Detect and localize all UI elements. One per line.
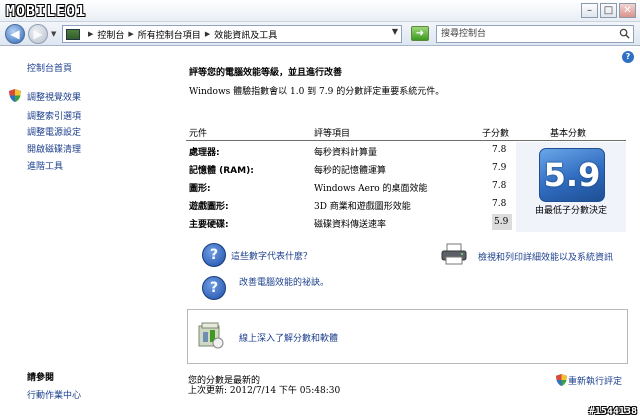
row-component: 遊戲圖形: bbox=[189, 202, 229, 212]
last-updated: 上次更新: 2012/7/14 下午 05:48:30 bbox=[188, 386, 341, 396]
address-toolbar: ◀ ▶ ▼ ▶ 控制台 ▶ 所有控制台項目 ▶ 效能資訊及工具 ▼ ➜ 搜尋控制… bbox=[0, 22, 640, 46]
row-rated: 磁碟資料傳送速率 bbox=[314, 220, 387, 230]
base-score-badge: 5.9 bbox=[539, 148, 605, 202]
base-score-note: 由最低子分數決定 bbox=[534, 206, 607, 216]
search-icon[interactable] bbox=[619, 28, 630, 39]
rerun-assessment-link[interactable]: 重新執行評定 bbox=[568, 374, 622, 387]
page-description: Windows 體驗指數會以 1.0 到 7.9 的分數評定重要系統元件。 bbox=[189, 87, 445, 97]
watermark-logo: MOBILE01 bbox=[6, 2, 87, 20]
learn-more-link[interactable]: 線上深入了解分數和軟體 bbox=[239, 331, 338, 344]
sidebar-item-visual-effects[interactable]: 調整視覺效果 bbox=[27, 90, 81, 103]
address-bar[interactable]: ▶ 控制台 ▶ 所有控制台項目 ▶ 效能資訊及工具 ▼ bbox=[62, 25, 402, 43]
breadcrumb-item-performance[interactable]: 效能資訊及工具 bbox=[214, 28, 277, 41]
header-rated: 評等項目 bbox=[314, 129, 351, 139]
software-tools-icon bbox=[198, 322, 224, 349]
performance-tips-link[interactable]: 改善電腦效能的祕訣。 bbox=[239, 275, 329, 288]
row-component: 處理器: bbox=[189, 148, 220, 158]
chevron-right-icon[interactable]: ▶ bbox=[205, 30, 210, 38]
sidebar-item-disk-cleanup[interactable]: 開啟磁碟清理 bbox=[27, 142, 81, 155]
page-title: 評等您的電腦效能等級，並且進行改善 bbox=[189, 68, 343, 78]
chevron-right-icon[interactable]: ▶ bbox=[128, 30, 133, 38]
main-content: ? 評等您的電腦效能等級，並且進行改善 Windows 體驗指數會以 1.0 到… bbox=[180, 47, 640, 419]
refresh-icon: ➜ bbox=[415, 28, 425, 39]
breadcrumb-item-all-items[interactable]: 所有控制台項目 bbox=[138, 28, 201, 41]
minimize-button[interactable]: – bbox=[581, 3, 598, 18]
breadcrumb-item-control-panel[interactable]: 控制台 bbox=[97, 28, 124, 41]
row-rated: 每秒資料計算量 bbox=[314, 148, 378, 158]
print-details-link[interactable]: 檢視和列印詳細效能以及系統資訊 bbox=[478, 250, 613, 263]
row-component: 記憶體 (RAM): bbox=[189, 166, 254, 176]
action-center-link[interactable]: 行動作業中心 bbox=[27, 388, 81, 401]
title-bar: MOBILE01 – □ ✕ bbox=[0, 0, 640, 22]
search-input[interactable]: 搜尋控制台 bbox=[436, 25, 634, 43]
row-rated: Windows Aero 的桌面效能 bbox=[314, 184, 428, 194]
control-panel-icon bbox=[66, 28, 80, 40]
help-icon[interactable]: ? bbox=[622, 51, 634, 63]
chevron-right-icon: ▶ bbox=[88, 30, 94, 38]
what-numbers-mean-link[interactable]: 這些數字代表什麼？ bbox=[231, 249, 312, 262]
table-header: 元件 評等項目 子分數 基本分數 bbox=[186, 123, 626, 141]
arrow-right-icon: ▶ bbox=[33, 27, 43, 41]
header-subscore: 子分數 bbox=[482, 129, 510, 139]
row-subscore-lowest: 5.9 bbox=[492, 214, 512, 230]
row-subscore: 7.8 bbox=[492, 145, 507, 155]
refresh-button[interactable]: ➜ bbox=[411, 26, 429, 41]
history-dropdown[interactable]: ▼ bbox=[51, 30, 56, 38]
question-icon: ? bbox=[202, 276, 226, 300]
base-score-panel: 5.9 由最低子分數決定 bbox=[516, 142, 626, 232]
arrow-left-icon: ◀ bbox=[10, 27, 20, 41]
close-button[interactable]: ✕ bbox=[619, 3, 636, 18]
window-controls: – □ ✕ bbox=[581, 3, 636, 18]
sidebar-item-power[interactable]: 調整電源設定 bbox=[27, 125, 81, 138]
search-placeholder: 搜尋控制台 bbox=[441, 29, 487, 39]
sidebar-item-advanced-tools[interactable]: 進階工具 bbox=[27, 159, 63, 172]
left-nav-pane: 控制台首頁 調整視覺效果 調整索引選項 調整電源設定 開啟磁碟清理 進階工具 請… bbox=[0, 47, 180, 419]
corner-tag: #1544138 bbox=[588, 406, 637, 417]
row-rated: 3D 商業和遊戲圖形效能 bbox=[314, 202, 411, 212]
row-rated: 每秒的記憶體運算 bbox=[314, 166, 387, 176]
learn-more-box: 線上深入了解分數和軟體 bbox=[187, 309, 628, 364]
row-subscore: 7.8 bbox=[492, 199, 507, 209]
breadcrumb: ▶ 控制台 ▶ 所有控制台項目 ▶ 效能資訊及工具 bbox=[84, 28, 277, 41]
shield-icon bbox=[556, 374, 567, 386]
chevron-down-icon: ▼ bbox=[51, 30, 57, 38]
shield-icon bbox=[9, 89, 21, 102]
row-component: 圖形: bbox=[189, 184, 211, 194]
address-dropdown-icon[interactable]: ▼ bbox=[392, 27, 398, 36]
header-base-score: 基本分數 bbox=[550, 129, 587, 139]
row-subscore: 7.8 bbox=[492, 181, 507, 191]
sidebar-item-control-panel-home[interactable]: 控制台首頁 bbox=[27, 61, 72, 74]
row-subscore: 7.9 bbox=[492, 163, 507, 173]
row-component: 主要硬碟: bbox=[189, 220, 229, 230]
back-button[interactable]: ◀ bbox=[5, 24, 25, 44]
forward-button[interactable]: ▶ bbox=[28, 24, 48, 44]
printer-icon bbox=[441, 243, 467, 265]
sidebar-item-indexing[interactable]: 調整索引選項 bbox=[27, 109, 81, 122]
question-icon: ? bbox=[202, 243, 226, 267]
maximize-button[interactable]: □ bbox=[600, 3, 617, 18]
see-also-title: 請參閱 bbox=[27, 373, 55, 383]
score-table: 元件 評等項目 子分數 基本分數 處理器: 每秒資料計算量 7.8 記憶體 (R… bbox=[186, 123, 626, 232]
header-component: 元件 bbox=[189, 129, 208, 139]
